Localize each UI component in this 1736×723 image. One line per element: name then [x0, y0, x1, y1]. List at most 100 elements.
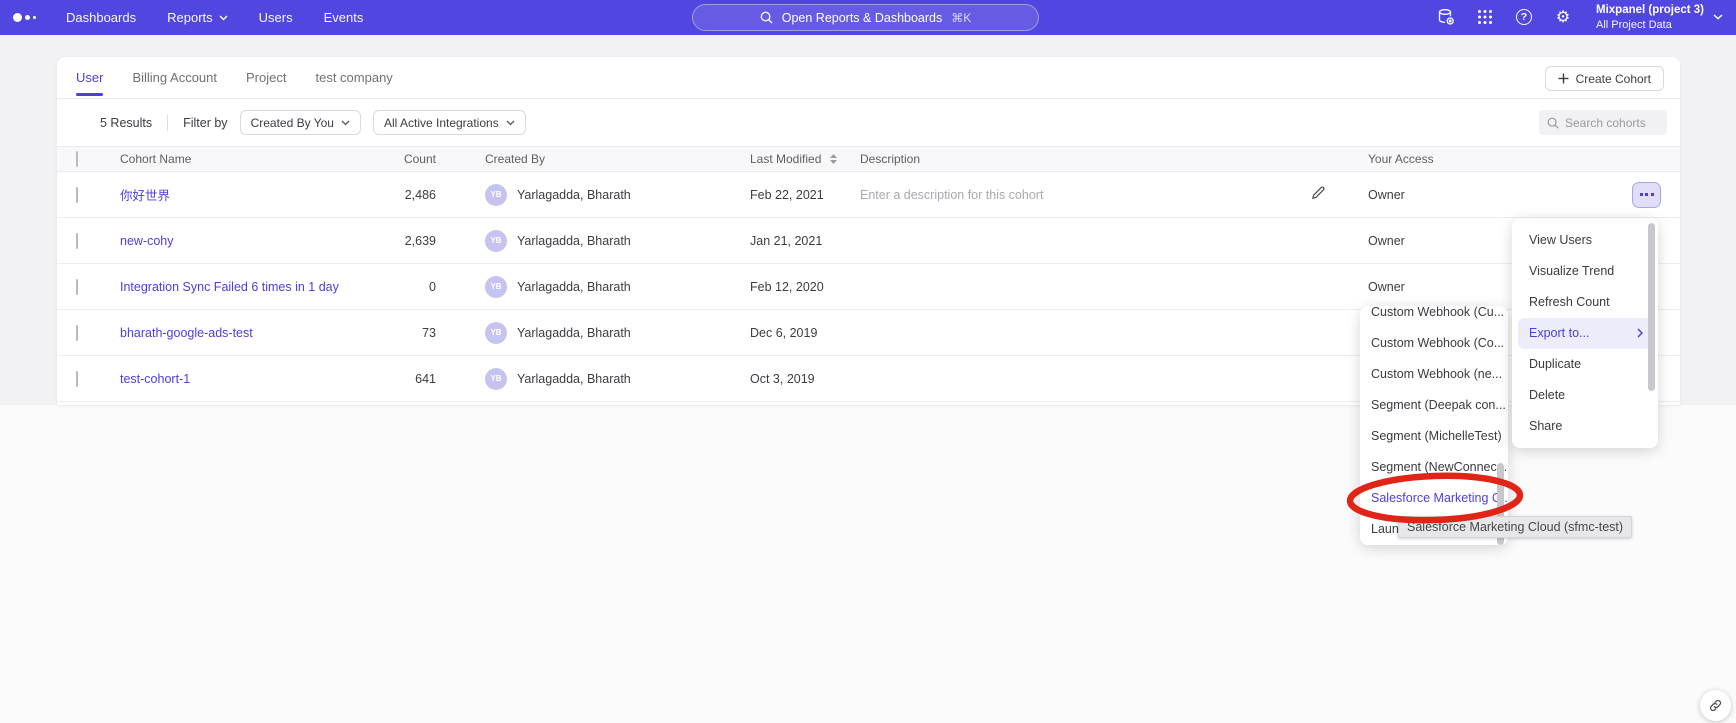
table-header: Cohort Name Count Created By Last Modifi…: [57, 146, 1680, 172]
nav-item-reports[interactable]: Reports: [167, 10, 228, 25]
settings-gear-icon[interactable]: ⚙: [1553, 7, 1573, 27]
nav-right-cluster: ? ⚙ Mixpanel (project 3) All Project Dat…: [1436, 3, 1736, 32]
menu-scrollbar[interactable]: [1648, 223, 1655, 391]
table-row: new-cohy 2,639 YB Yarlagadda, Bharath Ja…: [57, 218, 1680, 264]
link-icon: [1708, 698, 1723, 713]
chevron-down-icon: [219, 15, 228, 21]
last-modified-date: Dec 6, 2019: [750, 326, 860, 340]
cohort-name-link[interactable]: bharath-google-ads-test: [120, 326, 373, 340]
tab-test-company[interactable]: test company: [315, 57, 392, 99]
created-by-name: Yarlagadda, Bharath: [517, 280, 631, 294]
menu-item-delete[interactable]: Delete: [1512, 380, 1658, 411]
last-modified-date: Feb 22, 2021: [750, 188, 860, 202]
menu-item-duplicate[interactable]: Duplicate: [1512, 349, 1658, 380]
avatar: YB: [485, 184, 507, 206]
search-cohorts-field: [1539, 110, 1667, 135]
create-cohort-button[interactable]: Create Cohort: [1545, 66, 1664, 91]
search-icon: [1547, 117, 1559, 129]
menu-item-export-to[interactable]: Export to...: [1518, 318, 1652, 349]
results-count: 5 Results: [100, 116, 152, 130]
cohort-count: 2,486: [373, 188, 436, 202]
col-header-your-access: Your Access: [1368, 152, 1625, 166]
sort-icon: [830, 154, 837, 164]
mixpanel-logo-icon[interactable]: [13, 13, 36, 22]
menu-item-view-users[interactable]: View Users: [1512, 225, 1658, 256]
data-management-icon[interactable]: [1436, 7, 1456, 27]
row-checkbox[interactable]: [76, 371, 78, 387]
cohort-name-link[interactable]: test-cohort-1: [120, 372, 373, 386]
global-search-button[interactable]: Open Reports & Dashboards ⌘K: [692, 4, 1039, 31]
menu-item-refresh-count[interactable]: Refresh Count: [1512, 287, 1658, 318]
apps-grid-icon[interactable]: [1475, 7, 1495, 27]
row-checkbox[interactable]: [76, 187, 78, 203]
salesforce-tooltip: Salesforce Marketing Cloud (sfmc-test): [1398, 516, 1632, 538]
created-by-name: Yarlagadda, Bharath: [517, 372, 631, 386]
menu-item-share[interactable]: Share: [1512, 411, 1658, 442]
edit-pencil-icon[interactable]: [1310, 185, 1326, 201]
help-icon[interactable]: ?: [1514, 7, 1534, 27]
chevron-down-icon: [506, 120, 515, 126]
col-header-last-modified[interactable]: Last Modified: [750, 152, 860, 166]
avatar: YB: [485, 368, 507, 390]
row-actions-ellipsis-button[interactable]: [1632, 182, 1661, 208]
search-cohorts-input[interactable]: [1565, 116, 1655, 130]
cohort-count: 0: [373, 280, 436, 294]
col-header-cohort-name: Cohort Name: [120, 152, 373, 166]
submenu-item-custom-webhook-ne[interactable]: Custom Webhook (ne...: [1360, 359, 1508, 390]
cohort-count: 2,639: [373, 234, 436, 248]
submenu-item-salesforce-marketing-cloud[interactable]: Salesforce Marketing C...: [1360, 483, 1508, 514]
cohort-type-tabs: User Billing Account Project test compan…: [57, 57, 1680, 99]
col-header-created-by: Created By: [436, 152, 750, 166]
cohort-count: 73: [373, 326, 436, 340]
integrations-dropdown[interactable]: All Active Integrations: [373, 110, 526, 135]
tab-billing-account[interactable]: Billing Account: [132, 57, 217, 99]
last-modified-date: Feb 12, 2020: [750, 280, 860, 294]
description-input[interactable]: [860, 188, 1190, 202]
cohort-count: 641: [373, 372, 436, 386]
plus-icon: [1558, 73, 1569, 84]
nav-item-dashboards[interactable]: Dashboards: [66, 10, 136, 25]
avatar: YB: [485, 322, 507, 344]
project-scope: All Project Data: [1596, 18, 1704, 32]
tab-project[interactable]: Project: [246, 57, 286, 99]
chevron-down-icon: [1713, 14, 1723, 20]
row-checkbox[interactable]: [76, 325, 78, 341]
chevron-down-icon: [341, 120, 350, 126]
table-row: Integration Sync Failed 6 times in 1 day…: [57, 264, 1680, 310]
row-checkbox[interactable]: [76, 233, 78, 249]
filter-toolbar: 5 Results Filter by Created By You All A…: [57, 99, 1680, 146]
project-switcher[interactable]: Mixpanel (project 3) All Project Data: [1596, 3, 1723, 32]
nav-item-events[interactable]: Events: [324, 10, 364, 25]
submenu-item-segment-deepak[interactable]: Segment (Deepak con...: [1360, 390, 1508, 421]
menu-item-visualize-trend[interactable]: Visualize Trend: [1512, 256, 1658, 287]
project-name: Mixpanel (project 3): [1596, 3, 1704, 18]
created-by-name: Yarlagadda, Bharath: [517, 326, 631, 340]
filter-by-label: Filter by: [183, 116, 227, 130]
nav-item-users[interactable]: Users: [259, 10, 293, 25]
select-all-checkbox[interactable]: [76, 151, 78, 167]
search-icon: [760, 11, 773, 24]
row-checkbox[interactable]: [76, 279, 78, 295]
cohort-name-link[interactable]: Integration Sync Failed 6 times in 1 day: [120, 280, 373, 294]
submenu-item-custom-webhook-co[interactable]: Custom Webhook (Co...: [1360, 328, 1508, 359]
copy-link-fab[interactable]: [1700, 690, 1731, 721]
cohort-name-link[interactable]: new-cohy: [120, 234, 373, 248]
divider: [167, 115, 168, 131]
last-modified-date: Oct 3, 2019: [750, 372, 860, 386]
created-by-dropdown[interactable]: Created By You: [240, 110, 361, 135]
created-by-name: Yarlagadda, Bharath: [517, 234, 631, 248]
export-to-submenu: Custom Webhook (Cu... Custom Webhook (Co…: [1360, 306, 1508, 545]
shortcut-badge: ⌘K: [951, 11, 971, 25]
last-modified-date: Jan 21, 2021: [750, 234, 860, 248]
table-row: 你好世界 2,486 YB Yarlagadda, Bharath Feb 22…: [57, 172, 1680, 218]
submenu-item-segment-michelletest[interactable]: Segment (MichelleTest): [1360, 421, 1508, 452]
chevron-right-icon: [1637, 328, 1643, 338]
submenu-item-segment-newconnec[interactable]: Segment (NewConnec...: [1360, 452, 1508, 483]
top-nav: Dashboards Reports Users Events Open Rep…: [0, 0, 1736, 35]
tab-user[interactable]: User: [76, 57, 103, 99]
cohort-name-link[interactable]: 你好世界: [120, 185, 373, 204]
submenu-item-custom-webhook-cu[interactable]: Custom Webhook (Cu...: [1360, 306, 1508, 328]
created-by-name: Yarlagadda, Bharath: [517, 188, 631, 202]
global-search-placeholder: Open Reports & Dashboards: [782, 11, 943, 25]
avatar: YB: [485, 230, 507, 252]
